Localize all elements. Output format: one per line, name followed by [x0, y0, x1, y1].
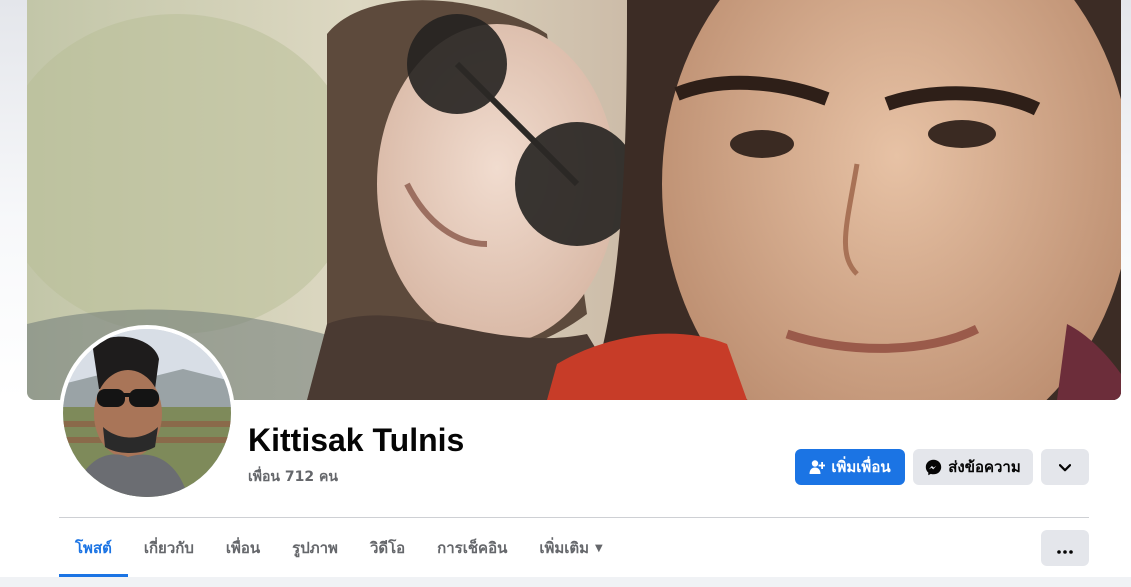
- tab-label: เกี่ยวกับ: [143, 539, 194, 557]
- tab-videos[interactable]: วิดีโอ: [354, 519, 421, 577]
- add-person-icon: [809, 459, 826, 475]
- add-friend-label: เพิ่มเพื่อน: [831, 458, 891, 476]
- message-label: ส่งข้อความ: [948, 458, 1021, 476]
- tab-label: การเช็คอิน: [437, 539, 508, 557]
- content-area-background: [0, 577, 1131, 587]
- tab-label: เพื่อน: [225, 539, 261, 557]
- tab-label: โพสต์: [75, 539, 112, 557]
- ellipsis-icon: [1057, 539, 1073, 558]
- message-button[interactable]: ส่งข้อความ: [913, 449, 1033, 485]
- profile-name: Kittisak Tulnis: [248, 422, 465, 458]
- avatar-photo: [63, 329, 231, 497]
- section-divider: [59, 517, 1089, 518]
- avatar: [63, 329, 231, 497]
- tab-more[interactable]: เพิ่มเติม ▼: [523, 519, 618, 577]
- tab-label: รูปภาพ: [292, 539, 338, 557]
- friend-count[interactable]: เพื่อน 712 คน: [248, 466, 338, 488]
- profile-tabs: โพสต์ เกี่ยวกับ เพื่อน รูปภาพ วิดีโอ การ…: [59, 519, 619, 577]
- add-friend-button[interactable]: เพิ่มเพื่อน: [795, 449, 905, 485]
- tab-check-ins[interactable]: การเช็คอิน: [421, 519, 523, 577]
- tab-label: วิดีโอ: [369, 539, 406, 557]
- tab-about[interactable]: เกี่ยวกับ: [128, 519, 210, 577]
- tab-label: เพิ่มเติม: [539, 539, 590, 557]
- more-options-button[interactable]: [1041, 530, 1089, 566]
- tab-posts[interactable]: โพสต์: [59, 519, 128, 577]
- messenger-icon: [925, 459, 942, 476]
- profile-options-dropdown[interactable]: [1041, 449, 1089, 485]
- chevron-down-icon: [1058, 458, 1072, 476]
- tab-photos[interactable]: รูปภาพ: [276, 519, 354, 577]
- tab-friends[interactable]: เพื่อน: [210, 519, 276, 577]
- profile-picture[interactable]: [59, 325, 235, 501]
- caret-down-icon: ▼: [595, 542, 603, 554]
